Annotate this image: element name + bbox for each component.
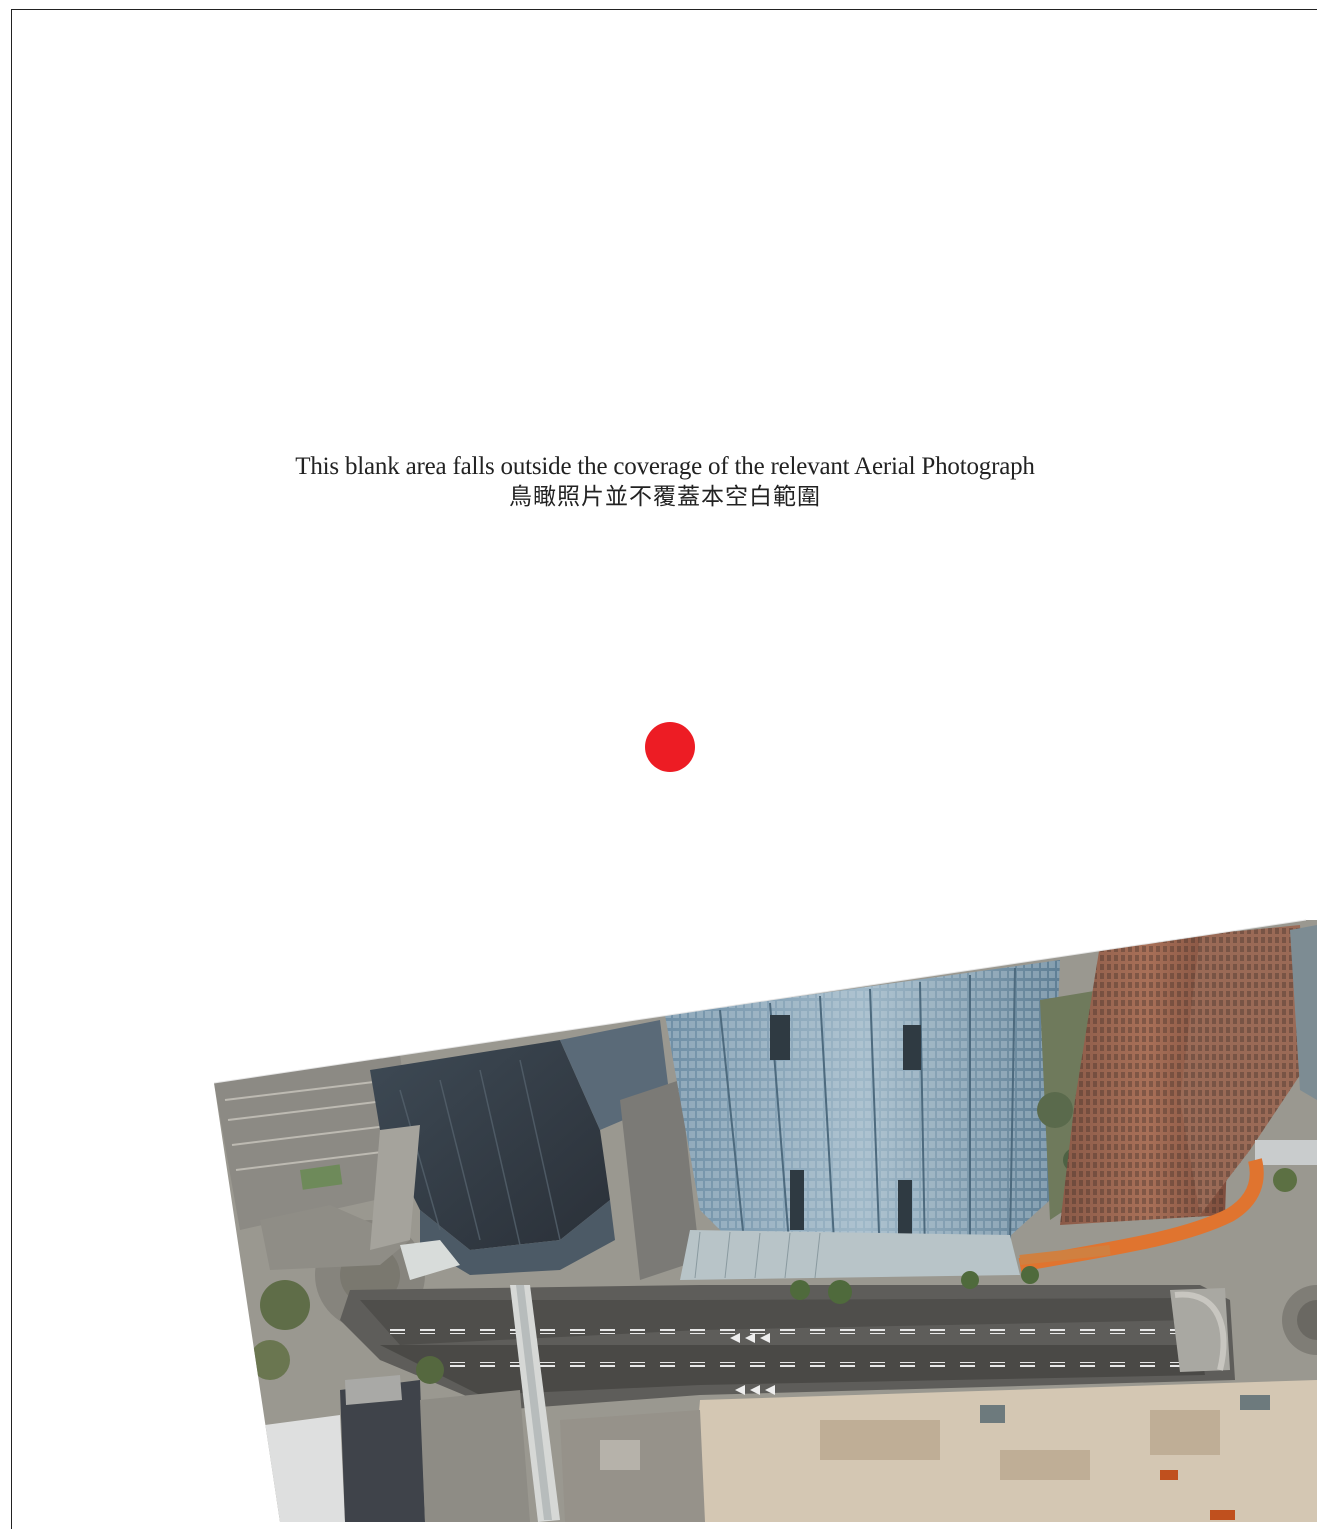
coverage-notice: This blank area falls outside the covera…: [0, 452, 1317, 512]
location-dot-icon: [645, 722, 695, 772]
coverage-notice-chinese: 鳥瞰照片並不覆蓋本空白範圍: [509, 484, 821, 510]
coverage-notice-english: This blank area falls outside the covera…: [295, 453, 1035, 480]
